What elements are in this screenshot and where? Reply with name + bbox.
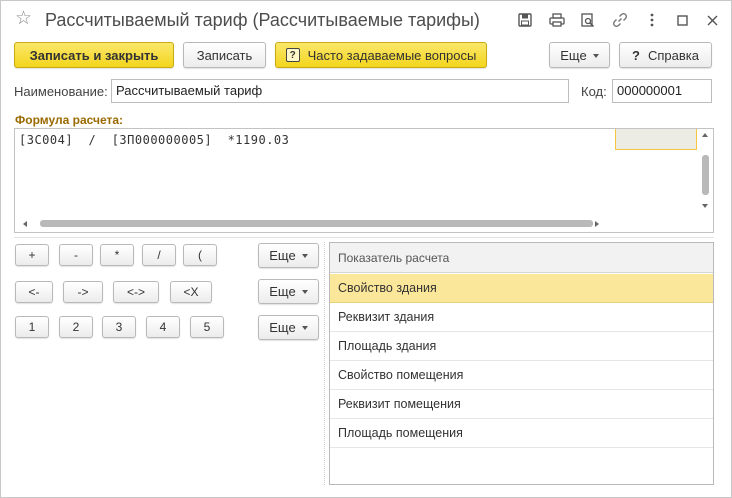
digit-3-button[interactable]: 3 bbox=[102, 316, 136, 338]
digit-2-button[interactable]: 2 bbox=[59, 316, 93, 338]
faq-button-label: Часто задаваемые вопросы bbox=[307, 47, 477, 63]
link-icon[interactable] bbox=[610, 10, 630, 30]
more-digits-label: Еще bbox=[269, 320, 296, 335]
faq-icon: ? bbox=[285, 48, 300, 62]
more-ops-button[interactable]: Еще bbox=[258, 243, 319, 268]
close-icon[interactable] bbox=[702, 10, 722, 30]
more-menu-button[interactable]: Еще bbox=[549, 42, 610, 68]
scroll-right-icon[interactable] bbox=[595, 221, 599, 227]
scroll-up-icon[interactable] bbox=[702, 133, 708, 137]
form-window: ☆ Рассчитываемый тариф (Рассчитываемые т… bbox=[0, 0, 732, 498]
name-label: Наименование: bbox=[14, 84, 108, 99]
print-icon[interactable] bbox=[547, 10, 567, 30]
vertical-scrollbar[interactable] bbox=[702, 155, 709, 195]
faq-button[interactable]: ? Часто задаваемые вопросы bbox=[275, 42, 487, 68]
more-digits-button[interactable]: Еще bbox=[258, 315, 319, 340]
op-minus-button[interactable]: - bbox=[59, 244, 93, 266]
scroll-left-icon[interactable] bbox=[23, 221, 27, 227]
more-ops-label: Еще bbox=[269, 248, 296, 263]
op-plus-button[interactable]: + bbox=[15, 244, 49, 266]
save-icon[interactable] bbox=[515, 10, 535, 30]
formula-text[interactable]: [ЗС004] / [ЗП000000005] *1190.03 bbox=[19, 133, 289, 147]
list-item[interactable]: Свойство здания bbox=[330, 274, 713, 303]
indicator-list[interactable]: Показатель расчета Свойство здания Рекви… bbox=[329, 242, 714, 485]
more-nav-label: Еще bbox=[269, 284, 296, 299]
nav-left-button[interactable]: <- bbox=[15, 281, 53, 303]
formula-highlight-cell bbox=[615, 129, 697, 150]
preview-icon[interactable] bbox=[578, 10, 598, 30]
formula-label: Формула расчета: bbox=[15, 113, 124, 127]
nav-right-button[interactable]: -> bbox=[63, 281, 103, 303]
save-and-close-button[interactable]: Записать и закрыть bbox=[14, 42, 174, 68]
title-bar: ☆ Рассчитываемый тариф (Рассчитываемые т… bbox=[1, 1, 731, 39]
code-field[interactable]: 000000001 bbox=[612, 79, 712, 103]
digit-5-button[interactable]: 5 bbox=[190, 316, 224, 338]
formula-editor[interactable]: [ЗС004] / [ЗП000000005] *1190.03 bbox=[14, 128, 714, 233]
list-item[interactable]: Реквизит здания bbox=[330, 303, 713, 332]
op-multiply-button[interactable]: * bbox=[100, 244, 134, 266]
more-menu-label: Еще bbox=[560, 47, 587, 63]
digit-4-button[interactable]: 4 bbox=[146, 316, 180, 338]
help-button[interactable]: ? Справка bbox=[619, 42, 712, 68]
horizontal-scrollbar[interactable] bbox=[40, 220, 593, 227]
chevron-down-icon bbox=[301, 290, 308, 294]
help-icon: ? bbox=[632, 47, 640, 63]
section-divider bbox=[14, 237, 714, 238]
chevron-down-icon bbox=[301, 254, 308, 258]
favorite-star-icon[interactable]: ☆ bbox=[15, 8, 32, 30]
list-item[interactable]: Свойство помещения bbox=[330, 361, 713, 390]
code-label: Код: bbox=[581, 84, 607, 99]
nav-delete-button[interactable]: <X bbox=[170, 281, 212, 303]
list-item[interactable]: Площадь здания bbox=[330, 332, 713, 361]
save-button[interactable]: Записать bbox=[183, 42, 266, 68]
digit-1-button[interactable]: 1 bbox=[15, 316, 49, 338]
name-field[interactable]: Рассчитываемый тариф bbox=[111, 79, 569, 103]
splitter[interactable] bbox=[324, 242, 325, 485]
more-nav-button[interactable]: Еще bbox=[258, 279, 319, 304]
list-item[interactable]: Реквизит помещения bbox=[330, 390, 713, 419]
more-actions-icon[interactable] bbox=[642, 10, 662, 30]
chevron-down-icon bbox=[592, 53, 599, 58]
help-button-label: Справка bbox=[647, 47, 699, 63]
chevron-down-icon bbox=[301, 326, 308, 330]
maximize-icon[interactable] bbox=[672, 10, 692, 30]
op-paren-button[interactable]: ( bbox=[183, 244, 217, 266]
list-item[interactable]: Площадь помещения bbox=[330, 419, 713, 448]
indicator-list-header[interactable]: Показатель расчета bbox=[330, 243, 713, 273]
nav-both-button[interactable]: <-> bbox=[113, 281, 159, 303]
window-title: Рассчитываемый тариф (Рассчитываемые тар… bbox=[45, 10, 480, 30]
scroll-down-icon[interactable] bbox=[702, 204, 708, 208]
op-divide-button[interactable]: / bbox=[142, 244, 176, 266]
